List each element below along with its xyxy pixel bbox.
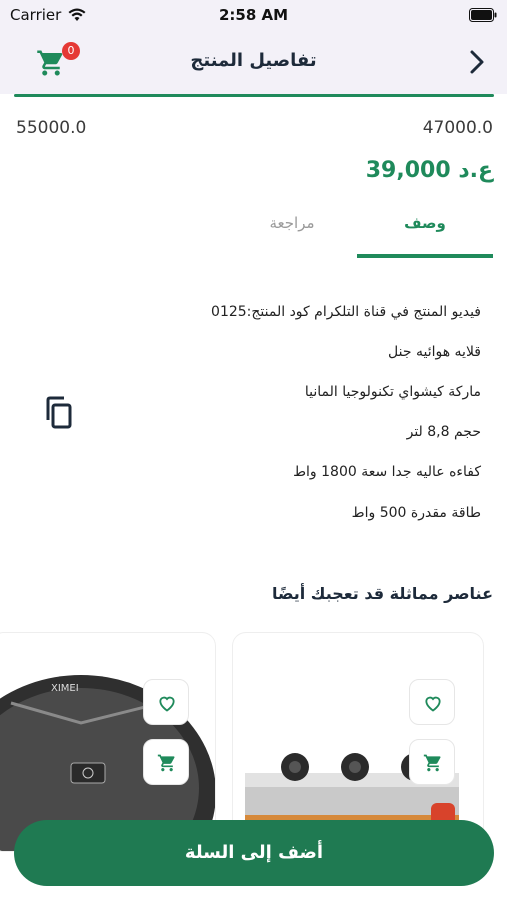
battery-icon [469, 7, 497, 26]
description-line: طاقة مقدرة 500 واط [351, 505, 481, 521]
copy-icon[interactable] [44, 396, 74, 430]
description-line: حجم 8,8 لتر [406, 424, 481, 440]
old-price-right: 47000.0 [422, 118, 493, 138]
brand-logo: XIMEI [51, 683, 79, 694]
favorite-button[interactable] [409, 679, 455, 725]
description-line: كفاءه عاليه جدا سعة 1800 واط [293, 464, 481, 480]
favorite-button[interactable] [143, 679, 189, 725]
tab-description[interactable]: وصف [357, 214, 493, 232]
description-line: ماركة كيشواي تكنولوجيا المانيا [304, 384, 481, 400]
active-tab-indicator [357, 254, 493, 258]
status-bar: Carrier 2:58 AM [0, 0, 507, 30]
product-card[interactable] [232, 632, 484, 852]
clock: 2:58 AM [218, 6, 289, 24]
description-line: فيديو المنتج في قناة التلكرام كود المنتج… [211, 304, 481, 320]
add-to-cart-small-button[interactable] [409, 739, 455, 785]
tab-review[interactable]: مراجعة [227, 214, 357, 232]
current-price: 39,000 ع.د [365, 158, 493, 183]
similar-items-title: عناصر مماثلة قد تعجبك أيضًا [271, 584, 493, 603]
header-divider [14, 94, 494, 97]
back-button[interactable] [465, 48, 489, 76]
app-header: 0 تفاصيل المنتج [0, 30, 507, 94]
product-card[interactable]: XIMEI [0, 632, 216, 852]
add-to-cart-small-button[interactable] [143, 739, 189, 785]
product-details-screen: Carrier 2:58 AM 0 تفاصيل المنتج 55000.0 … [0, 0, 507, 900]
old-price-left: 55000.0 [16, 118, 87, 138]
chevron-right-icon [465, 50, 489, 80]
add-to-cart-button[interactable]: أضف إلى السلة [14, 820, 494, 886]
page-title: تفاصيل المنتج [190, 50, 317, 71]
description-line: قلايه هوائيه جنل [388, 344, 481, 360]
